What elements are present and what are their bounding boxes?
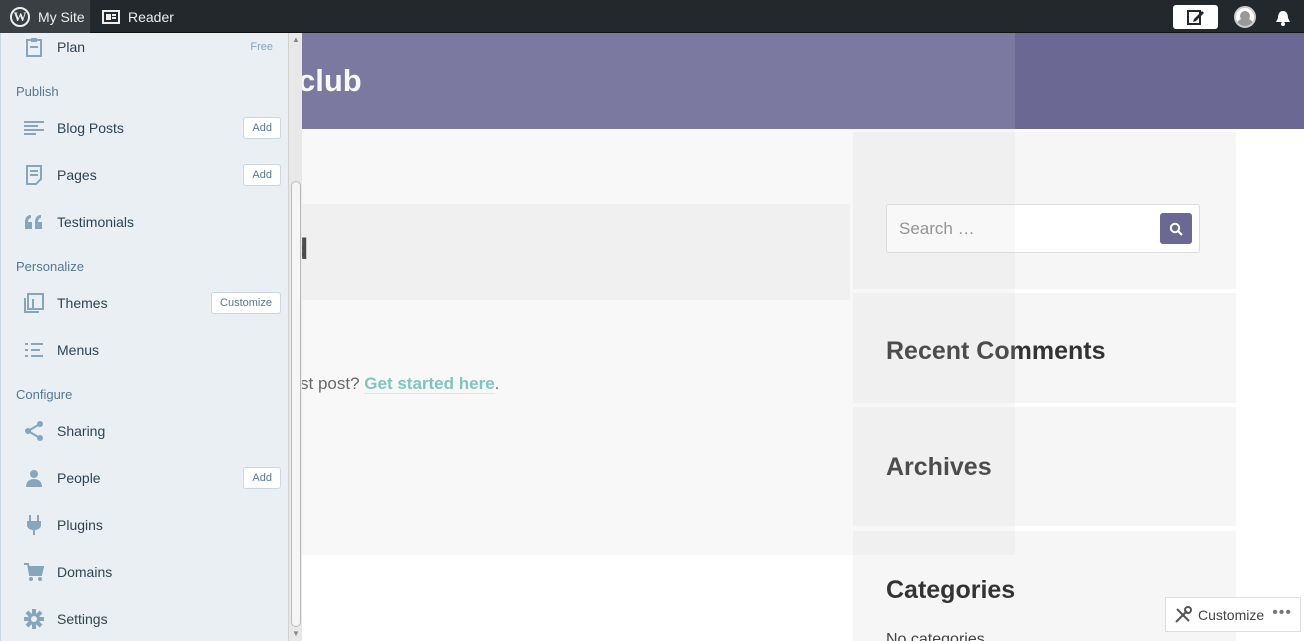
sidebar-item-label: Plan	[57, 39, 86, 55]
search-widget	[853, 132, 1236, 289]
plug-icon	[23, 514, 45, 536]
recent-comments-widget: Recent Comments	[853, 293, 1236, 403]
my-site-sidebar: Plan Free Publish Blog Posts Add Pages A…	[0, 33, 288, 641]
no-posts-period: .	[494, 374, 500, 393]
gear-icon	[23, 608, 45, 630]
search-input[interactable]	[887, 205, 1157, 252]
search-button[interactable]	[1160, 213, 1192, 244]
sidebar-item-plugins[interactable]: Plugins	[1, 505, 289, 545]
sidebar-item-sharing[interactable]: Sharing	[1, 411, 289, 451]
scrollbar-thumb[interactable]	[291, 181, 301, 627]
sidebar-item-settings[interactable]: Settings	[1, 599, 289, 639]
customize-button[interactable]: Customize •••	[1165, 597, 1301, 632]
clipboard-icon	[23, 36, 45, 58]
sidebar-item-testimonials[interactable]: Testimonials	[1, 202, 289, 242]
customize-theme-button[interactable]: Customize	[211, 292, 281, 314]
sidebar-item-pages[interactable]: Pages Add	[1, 155, 289, 195]
section-configure: Configure	[16, 387, 73, 402]
reader-icon	[102, 9, 120, 24]
avatar[interactable]	[1234, 6, 1256, 28]
sidebar-item-label: Sharing	[57, 423, 106, 439]
search-icon	[1169, 222, 1183, 236]
notifications-button[interactable]	[1272, 7, 1294, 29]
no-categories-text: No categories	[886, 631, 985, 641]
sidebar-item-label: Domains	[57, 564, 113, 580]
scroll-down-arrow-icon[interactable]: ▼	[292, 629, 300, 638]
sidebar-item-label: Pages	[57, 167, 97, 183]
get-started-link[interactable]: Get started here	[364, 374, 495, 394]
sidebar-item-blog-posts[interactable]: Blog Posts Add	[1, 108, 289, 148]
person-icon	[23, 467, 45, 489]
archives-heading: Archives	[886, 453, 992, 481]
sidebar-item-themes[interactable]: Themes Customize	[1, 283, 289, 323]
archives-widget: Archives	[853, 407, 1236, 526]
posts-icon	[23, 117, 45, 139]
cart-icon	[23, 561, 45, 583]
sidebar-item-label: Themes	[57, 295, 108, 311]
no-posts-text: st post?	[300, 374, 365, 393]
my-site-button[interactable]: W My Site	[0, 0, 90, 33]
sidebar-scrollbar[interactable]: ▲ ▼	[288, 33, 302, 641]
add-post-button[interactable]: Add	[243, 117, 281, 139]
site-title[interactable]: club	[298, 63, 362, 99]
pencil-icon	[1186, 10, 1204, 25]
quote-icon	[23, 211, 45, 233]
add-people-button[interactable]: Add	[243, 467, 281, 489]
tools-icon	[1174, 606, 1192, 629]
wordpress-logo-icon: W	[10, 6, 30, 27]
section-publish: Publish	[16, 84, 59, 99]
sidebar-item-label: Testimonials	[57, 214, 135, 230]
sidebar-item-domains[interactable]: Domains	[1, 552, 289, 592]
reader-label: Reader	[128, 8, 174, 25]
write-post-button[interactable]	[1173, 5, 1218, 29]
bell-icon	[1276, 11, 1290, 26]
section-personalize: Personalize	[16, 259, 84, 274]
sidebar-item-people[interactable]: People Add	[1, 458, 289, 498]
add-page-button[interactable]: Add	[243, 164, 281, 186]
search-form	[886, 204, 1200, 253]
recent-comments-heading: Recent Comments	[886, 337, 1106, 365]
more-options-icon[interactable]: •••	[1272, 604, 1292, 622]
scroll-up-arrow-icon[interactable]: ▲	[292, 35, 300, 44]
sidebar-item-label: Settings	[57, 611, 108, 627]
masterbar: W My Site Reader	[0, 0, 1304, 33]
categories-heading: Categories	[886, 576, 1016, 604]
reader-button[interactable]: Reader	[102, 0, 174, 33]
sidebar-item-label: Menus	[57, 342, 100, 358]
themes-icon	[23, 292, 45, 314]
sidebar-item-label: Plugins	[57, 517, 103, 533]
sidebar-item-plan[interactable]: Plan Free	[1, 27, 289, 67]
menus-icon	[23, 339, 45, 361]
plan-badge: Free	[250, 41, 273, 53]
entry-header	[297, 204, 850, 300]
my-site-label: My Site	[38, 8, 85, 25]
customize-label: Customize	[1198, 606, 1265, 623]
no-posts-message: st post? Get started here.	[300, 374, 499, 394]
share-icon	[23, 420, 45, 442]
sidebar-item-menus[interactable]: Menus	[1, 330, 289, 370]
page-icon	[23, 164, 45, 186]
sidebar-item-label: Blog Posts	[57, 120, 124, 136]
sidebar-item-label: People	[57, 470, 101, 486]
